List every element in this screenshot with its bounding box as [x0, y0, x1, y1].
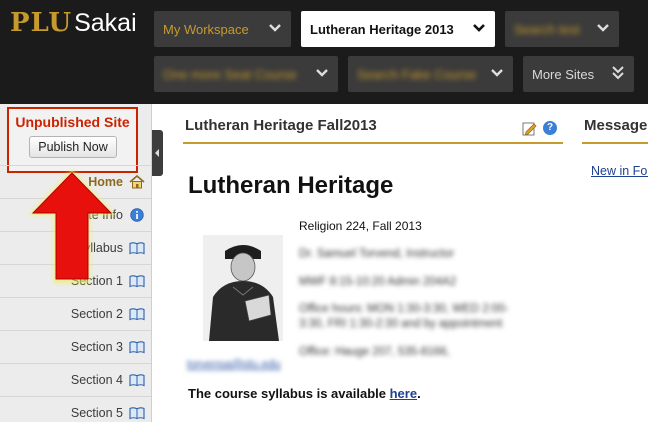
home-icon — [129, 175, 145, 189]
tool-item-section-2[interactable]: Section 2 — [0, 297, 151, 330]
syllabus-here-link[interactable]: here — [390, 386, 417, 401]
tab-label: My Workspace — [163, 21, 249, 37]
syllabus-period: . — [417, 386, 421, 401]
edit-icon[interactable] — [522, 121, 537, 136]
tab-site-3[interactable]: Search test — [505, 11, 619, 47]
syllabus-text: The course syllabus is available — [188, 386, 390, 401]
sakai-page: PLU Sakai My Workspace Lutheran Heritage… — [0, 0, 648, 422]
book-icon — [129, 407, 145, 420]
syllabus-notice: The course syllabus is available here. — [188, 386, 421, 401]
chevron-down-icon[interactable] — [471, 20, 487, 36]
office-hours-line-2: 3:30, FRI 1:30-2:30 and by appointment — [299, 318, 503, 330]
messages-portlet: Messages New in Forums — [582, 104, 648, 422]
office-hours-line: Office hours: MON 1:30-3:30, WED 2:00- — [299, 303, 509, 315]
tool-item-section-3[interactable]: Section 3 — [0, 330, 151, 363]
chevron-down-icon[interactable] — [314, 65, 330, 81]
tool-item-section-5[interactable]: Section 5 — [0, 396, 151, 422]
unpublished-site-notice: Unpublished Site Publish Now — [7, 107, 138, 173]
logo-sakai-text: Sakai — [74, 9, 137, 37]
tab-label: Search test — [514, 21, 580, 37]
more-sites-button[interactable]: More Sites — [523, 56, 634, 92]
publish-now-button[interactable]: Publish Now — [29, 136, 117, 158]
tab-label: Search Fake Course — [357, 66, 477, 82]
page-heading: Lutheran Heritage — [188, 172, 394, 199]
collapse-arrow-icon — [155, 149, 159, 157]
book-icon — [129, 242, 145, 255]
messages-title: Messages — [584, 117, 648, 134]
double-chevron-down-icon[interactable] — [610, 65, 626, 81]
collapse-menu-handle[interactable] — [152, 130, 163, 176]
messages-divider — [582, 142, 648, 144]
help-icon[interactable]: ? — [543, 121, 557, 135]
book-icon — [129, 374, 145, 387]
chevron-down-icon[interactable] — [267, 20, 283, 36]
book-icon — [129, 308, 145, 321]
tab-label: More Sites — [532, 66, 595, 82]
tool-item-label: Section 4 — [70, 373, 123, 387]
tool-item-label: Section 2 — [70, 307, 123, 321]
top-header: PLU Sakai My Workspace Lutheran Heritage… — [0, 0, 648, 104]
title-divider — [183, 142, 563, 144]
plu-sakai-logo[interactable]: PLU Sakai — [10, 8, 137, 44]
book-icon — [129, 275, 145, 288]
red-up-arrow-annotation — [29, 170, 115, 283]
tab-label: One more Seat Course — [163, 66, 297, 82]
main-content: Lutheran Heritage Fall2013 ? Lutheran He… — [170, 104, 570, 422]
tool-item-label: Section 3 — [70, 340, 123, 354]
tool-item-label: Section 5 — [70, 406, 123, 420]
tool-title: Lutheran Heritage Fall2013 — [185, 117, 377, 134]
instructor-line: Dr. Samuel Torvend, Instructor — [299, 248, 455, 260]
unpublished-site-label: Unpublished Site — [15, 114, 130, 130]
tab-my-workspace[interactable]: My Workspace — [154, 11, 291, 47]
info-icon — [130, 208, 144, 222]
office-location-line: Office: Hauge 207, 535-8166, — [299, 346, 450, 358]
logo-plu-text: PLU — [10, 8, 73, 38]
tab-label: Lutheran Heritage 2013 — [310, 21, 454, 37]
tab-site-5[interactable]: Search Fake Course — [348, 56, 513, 92]
book-icon — [129, 341, 145, 354]
new-in-forums-link[interactable]: New in Forums — [591, 164, 648, 178]
instructor-email-link[interactable]: torvensa@plu.edu — [187, 359, 281, 371]
tool-item-section-4[interactable]: Section 4 — [0, 363, 151, 396]
chevron-down-icon[interactable] — [489, 65, 505, 81]
martin-luther-portrait — [203, 235, 283, 341]
meeting-time-line: MWF 8:15-10:20 Admin 204A2 — [299, 276, 457, 288]
tab-lutheran-heritage[interactable]: Lutheran Heritage 2013 — [301, 11, 495, 47]
course-code: Religion 224, Fall 2013 — [299, 219, 422, 233]
chevron-down-icon[interactable] — [595, 20, 611, 36]
tab-site-4[interactable]: One more Seat Course — [154, 56, 338, 92]
